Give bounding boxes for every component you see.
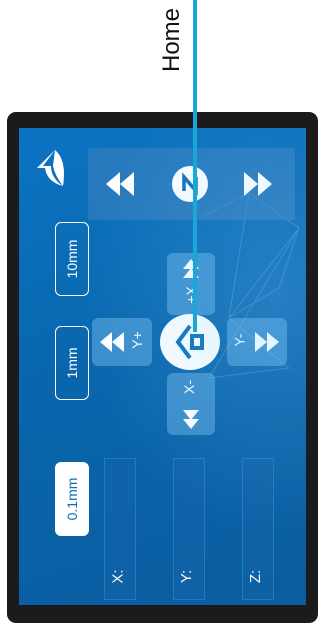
y-minus-label: Y- bbox=[231, 333, 248, 347]
step-0.1mm-label: 0.1mm bbox=[64, 477, 80, 521]
step-0.1mm-button[interactable]: 0.1mm bbox=[55, 462, 89, 536]
double-left-arrow-icon bbox=[100, 332, 124, 352]
home-icon bbox=[175, 324, 204, 360]
playback-panel bbox=[88, 148, 295, 220]
double-down-arrow-icon bbox=[183, 410, 199, 429]
x-coordinate-label: X: bbox=[109, 569, 127, 584]
y-coordinate-field bbox=[173, 458, 205, 600]
y-coordinate-label: Y: bbox=[178, 569, 196, 584]
fast-forward-icon bbox=[244, 172, 272, 196]
double-right-arrow-icon bbox=[255, 332, 279, 352]
rewind-icon bbox=[106, 172, 134, 196]
back-button[interactable] bbox=[33, 146, 69, 190]
home-button[interactable] bbox=[160, 314, 220, 370]
step-1mm-label: 1mm bbox=[64, 347, 80, 379]
y-plus-label: Y+ bbox=[128, 331, 145, 349]
z-coordinate-field bbox=[242, 458, 274, 600]
background-mesh-icon bbox=[198, 192, 300, 379]
y-plus-button[interactable]: Y+ bbox=[92, 318, 152, 366]
x-minus-label: X- bbox=[181, 380, 197, 394]
x-plus-button[interactable]: +X bbox=[167, 253, 215, 315]
n-button[interactable] bbox=[172, 166, 208, 202]
x-coordinate-field bbox=[104, 458, 136, 600]
z-coordinate-label: Z: bbox=[247, 569, 265, 584]
y-minus-button[interactable]: Y- bbox=[227, 318, 287, 366]
step-10mm-label: 10mm bbox=[64, 239, 80, 279]
x-minus-button[interactable]: X- bbox=[167, 373, 215, 435]
rewind-button[interactable] bbox=[104, 168, 138, 200]
touch-screen: 10mm 1mm 0.1mm +X Y+ Y- X- X: Y: Z: bbox=[19, 128, 306, 605]
n-circle-icon bbox=[182, 172, 198, 196]
step-1mm-button[interactable]: 1mm bbox=[55, 326, 89, 400]
home-callout-label: Home bbox=[158, 7, 185, 73]
double-up-arrow-icon bbox=[183, 259, 199, 278]
back-arrow-icon bbox=[37, 150, 64, 186]
fast-forward-button[interactable] bbox=[240, 168, 274, 200]
callout-line bbox=[193, 0, 197, 332]
step-10mm-button[interactable]: 10mm bbox=[55, 222, 89, 296]
